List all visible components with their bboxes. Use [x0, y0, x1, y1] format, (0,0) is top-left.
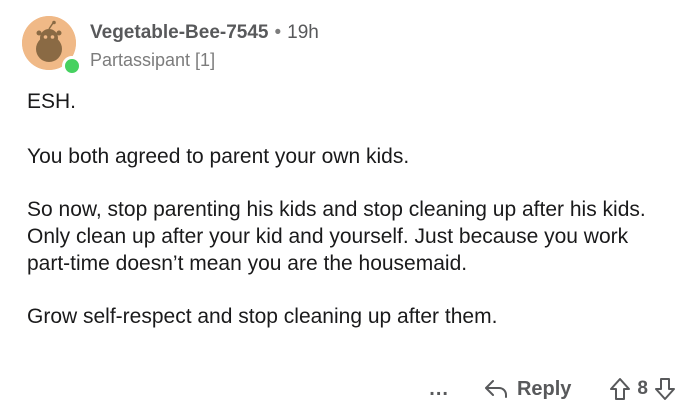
reply-button[interactable]: Reply — [483, 378, 571, 401]
comment-timestamp[interactable]: 19h — [287, 22, 319, 43]
comment-paragraph: So now, stop parenting his kids and stop… — [27, 198, 646, 275]
reply-label: Reply — [516, 377, 572, 400]
online-status-indicator — [62, 56, 82, 76]
downvote-icon[interactable] — [654, 377, 676, 401]
upvote-icon[interactable] — [609, 377, 631, 401]
author-username[interactable]: Vegetable-Bee-7545 — [90, 22, 269, 43]
comment-paragraph: You both agreed to parent your own kids. — [27, 145, 410, 168]
vote-controls: 8 — [609, 377, 676, 401]
reply-arrow-icon — [484, 380, 507, 398]
author-line: Vegetable-Bee-7545 • 19h — [90, 22, 319, 44]
comment-paragraph: ESH. — [27, 90, 77, 113]
comment-paragraph: Grow self-respect and stop cleaning up a… — [27, 305, 498, 328]
comment-action-bar: ... Reply 8 — [429, 372, 676, 406]
meta-separator: • — [274, 22, 282, 43]
comment-header: Vegetable-Bee-7545 • 19h Partassipant [1] — [22, 16, 682, 76]
vote-score: 8 — [637, 378, 648, 399]
comment-body: ESH. You both agreed to parent your own … — [27, 88, 677, 356]
more-options-button[interactable]: ... — [429, 378, 449, 401]
user-flair: Partassipant [1] — [90, 50, 216, 70]
comment-meta: Vegetable-Bee-7545 • 19h Partassipant [1] — [90, 22, 319, 71]
